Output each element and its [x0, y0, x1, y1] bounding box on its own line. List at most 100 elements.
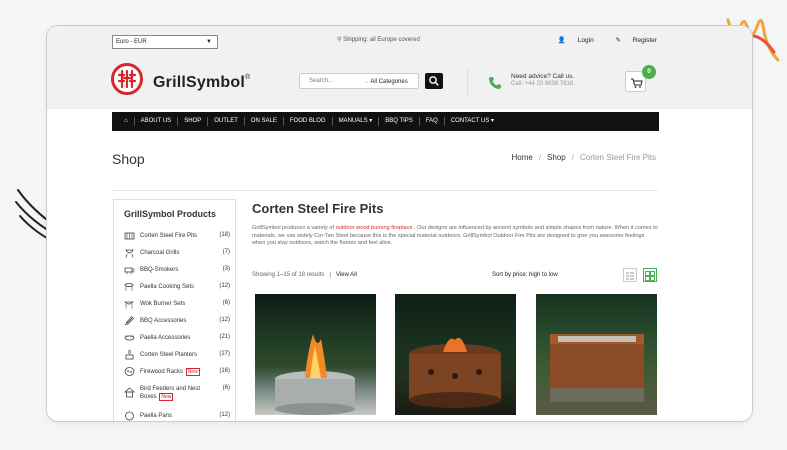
sidebar-item-count: (3)	[222, 266, 230, 272]
browser-frame: Euro - EUR ▼ ⚲ Shipping: all Europe cove…	[46, 25, 753, 422]
breadcrumb-current: Corten Steel Fire Pits	[579, 153, 656, 162]
product-image[interactable]	[255, 294, 376, 415]
support-contact: Need advice? Call us. Call: +44 20 8638 …	[511, 73, 574, 87]
sidebar-item-count: (16)	[219, 368, 230, 374]
description-text: GrillSymbol produces a variety of	[252, 225, 336, 231]
sidebar-item-label: Paella Pans	[140, 413, 173, 419]
nav-contact-us[interactable]: CONTACT US ▾	[445, 117, 500, 126]
fire-pit-photo-1	[275, 334, 355, 415]
fire-pit-photo-2	[409, 337, 501, 408]
nav-bbq-tips[interactable]: BBQ TIPS	[379, 117, 420, 126]
sidebar-item-label-text: Bird Feeders and Nest	[140, 386, 201, 392]
chevron-down-icon: ⌄	[364, 79, 370, 85]
paella-set-icon	[124, 283, 134, 291]
new-badge: New	[185, 368, 200, 376]
sidebar-title: GrillSymbol Products	[124, 209, 217, 219]
grid-view-button[interactable]	[643, 268, 657, 282]
search-placeholder: Search...	[309, 78, 334, 84]
cart-count-badge: 0	[642, 65, 656, 79]
sidebar-item-count: (21)	[219, 334, 230, 340]
breadcrumb: Home / Shop / Corten Steel Fire Pits	[511, 153, 656, 162]
grid-view-icon	[645, 271, 655, 281]
header-divider	[467, 68, 468, 96]
chevron-down-icon: ▼	[206, 39, 212, 45]
nav-about-us[interactable]: ABOUT US	[135, 117, 179, 126]
grillsymbol-logo-icon[interactable]	[111, 63, 143, 95]
currency-select[interactable]: Euro - EUR ▼	[112, 35, 218, 49]
list-view-icon	[626, 272, 634, 280]
sidebar-item-count: (12)	[219, 317, 230, 323]
wok-burner-icon	[124, 301, 134, 309]
sidebar-item-label: Wok Burner Sets	[140, 301, 186, 307]
logo-wordmark[interactable]: GrillSymbol®	[153, 74, 250, 92]
site-header: GrillSymbol® Search... ⌄ All Categories …	[47, 56, 752, 109]
location-pin-icon: ⚲	[337, 37, 342, 43]
nav-on-sale[interactable]: ON SALE	[245, 117, 284, 126]
nav-manuals[interactable]: MANUALS ▾	[333, 117, 380, 126]
view-all-link[interactable]: View All	[336, 272, 357, 278]
category-description: GrillSymbol produces a variety of outdoo…	[252, 225, 659, 248]
page-title: Shop	[112, 151, 145, 167]
sidebar-item-count: (18)	[219, 232, 230, 238]
product-image[interactable]	[536, 294, 657, 415]
nav-food-blog[interactable]: FOOD BLOG	[284, 117, 333, 126]
sidebar-item-label-line2: Boxes	[140, 394, 157, 400]
home-icon: ⌂	[124, 118, 128, 124]
top-bar: Euro - EUR ▼ ⚲ Shipping: all Europe cove…	[47, 26, 752, 56]
description-link[interactable]: outdoor wood burning fireplace	[336, 225, 413, 231]
register-label: Register	[632, 37, 657, 44]
sidebar-item-label: Charcoal Grills	[140, 250, 180, 256]
firewood-rack-icon	[124, 367, 135, 376]
smoker-icon	[124, 267, 135, 275]
category-select[interactable]: ⌄ All Categories	[364, 78, 408, 85]
sidebar-item-label-text: Firewood Racks	[140, 369, 184, 375]
login-label: Login	[577, 37, 594, 44]
nav-faq[interactable]: FAQ	[420, 117, 445, 126]
sidebar-item-count: (6)	[222, 385, 230, 391]
advice-phone[interactable]: Call: +44 20 8638 7816	[511, 81, 574, 87]
sidebar-item-count: (6)	[222, 300, 230, 306]
account-links: 👤 Login ✎ Register	[538, 36, 657, 44]
search-icon	[429, 76, 439, 86]
page-title-band: Shop Home / Shop / Corten Steel Fire Pits	[47, 137, 752, 191]
breadcrumb-shop[interactable]: Shop	[547, 153, 566, 162]
new-badge: New	[159, 393, 174, 401]
tongs-icon	[124, 315, 135, 326]
sidebar-item-count: (27)	[219, 351, 230, 357]
product-image[interactable]	[395, 294, 516, 415]
list-view-button[interactable]	[623, 268, 637, 282]
planter-icon	[125, 349, 134, 360]
phone-icon	[489, 77, 501, 89]
sidebar-item-label: Paella Cooking Sets	[140, 284, 195, 290]
paella-pan-icon	[124, 335, 135, 341]
sort-select[interactable]: Sort by price: high to low	[492, 272, 558, 278]
sidebar-item-label: Bird Feeders and Nest Boxes New	[140, 385, 200, 401]
advice-title: Need advice? Call us.	[511, 73, 575, 80]
main-nav: ⌂ ABOUT US SHOP OUTLET ON SALE FOOD BLOG…	[112, 112, 659, 131]
sidebar-item-label: Firewood Racks New	[140, 368, 200, 376]
fire-pit-icon	[124, 232, 135, 240]
nav-home[interactable]: ⌂	[118, 117, 135, 126]
sidebar-item-label: BBQ-Smokers	[140, 267, 179, 273]
pencil-icon: ✎	[615, 37, 621, 44]
breadcrumb-home[interactable]: Home	[511, 153, 532, 162]
category-select-value: All Categories	[370, 79, 408, 85]
results-count: Showing 1–15 of 18 results | View All	[252, 272, 357, 278]
fire-pit-photo-3	[550, 334, 644, 402]
sidebar-item-label: Corten Steel Planters	[140, 352, 198, 358]
register-link[interactable]: ✎ Register	[606, 37, 657, 44]
registered-mark: ®	[245, 74, 251, 81]
product-categories-sidebar: GrillSymbol Products Corten Steel Fire P…	[113, 199, 236, 421]
login-link[interactable]: 👤 Login	[548, 37, 594, 44]
category-title: Corten Steel Fire Pits	[252, 201, 384, 216]
nav-shop[interactable]: SHOP	[178, 117, 209, 126]
search-button[interactable]	[425, 73, 443, 89]
nav-outlet[interactable]: OUTLET	[208, 117, 245, 126]
logo-text: GrillSymbol	[153, 74, 245, 91]
sidebar-item-count: (7)	[222, 249, 230, 255]
sidebar-item-count: (12)	[219, 412, 230, 418]
search-input[interactable]: Search... ⌄ All Categories	[299, 73, 419, 89]
currency-value: Euro - EUR	[116, 39, 147, 45]
sidebar-item-count: (12)	[219, 283, 230, 289]
divider	[112, 190, 658, 191]
